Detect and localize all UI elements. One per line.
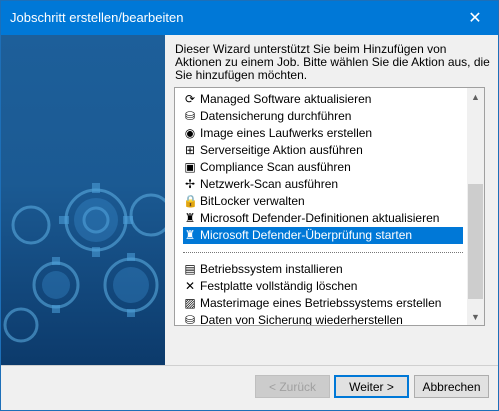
action-list-item-label: Datensicherung durchführen: [200, 109, 352, 123]
action-list-item-label: Netzwerk-Scan ausführen: [200, 177, 339, 191]
os-install-icon: ▤: [184, 262, 196, 276]
title-bar: Jobschritt erstellen/bearbeiten ✕: [1, 1, 498, 35]
scrollbar-thumb[interactable]: [468, 184, 483, 299]
server-tree-icon: ⊞: [184, 143, 196, 157]
action-list-item[interactable]: ⊞ Serverseitige Aktion ausführen: [183, 142, 463, 159]
network-icon: ✢: [184, 177, 196, 191]
action-list-item[interactable]: ♜ Microsoft Defender-Definitionen aktuali…: [183, 210, 463, 227]
gears-illustration: [3, 183, 165, 343]
scroll-down-arrow-icon[interactable]: ▼: [467, 308, 484, 325]
backup-icon: ⛁: [184, 109, 196, 123]
scroll-up-arrow-icon[interactable]: ▲: [467, 88, 484, 105]
restore-icon: ⛁: [184, 313, 196, 326]
wizard-content: Dieser Wizard unterstützt Sie beim Hinzu…: [166, 35, 498, 365]
master-image-icon: ▨: [184, 296, 196, 310]
wizard-window: Jobschritt erstellen/bearbeiten ✕ Dieser…: [0, 0, 499, 411]
window-title: Jobschritt erstellen/bearbeiten: [10, 10, 184, 25]
action-list-item-label: Image eines Laufwerks erstellen: [200, 126, 373, 140]
action-list-item[interactable]: ◉ Image eines Laufwerks erstellen: [183, 125, 463, 142]
list-separator: [183, 252, 463, 253]
button-divider: [1, 365, 498, 366]
action-list-item[interactable]: ▣ Compliance Scan ausführen: [183, 159, 463, 176]
back-button[interactable]: < Zurück: [255, 375, 330, 398]
close-button[interactable]: ✕: [452, 1, 498, 35]
action-list-item[interactable]: 🔒 BitLocker verwalten: [183, 193, 463, 210]
action-list-item-label: Compliance Scan ausführen: [200, 160, 351, 174]
action-list-item-label: BitLocker verwalten: [200, 194, 305, 208]
action-list-item-label: Microsoft Defender-Definitionen aktualis…: [200, 211, 440, 225]
action-list-item-label: Managed Software aktualisieren: [200, 92, 372, 106]
compliance-icon: ▣: [184, 160, 196, 174]
action-list-item-label: Daten von Sicherung wiederherstellen: [200, 313, 403, 326]
cancel-button[interactable]: Abbrechen: [414, 375, 489, 398]
action-list-item-label: Festplatte vollständig löschen: [200, 279, 358, 293]
action-listbox[interactable]: ⟳ Managed Software aktualisieren ⛁ Datensic…: [174, 87, 485, 326]
action-list-item[interactable]: ⛁ Daten von Sicherung wiederherstellen: [183, 312, 463, 326]
disk-image-icon: ◉: [184, 126, 196, 140]
action-list-item-label: Serverseitige Aktion ausführen: [200, 143, 363, 157]
lock-icon: 🔒: [183, 194, 198, 208]
defender-tower-icon: ♜: [184, 228, 196, 242]
action-list-item[interactable]: ✢ Netzwerk-Scan ausführen: [183, 176, 463, 193]
action-list-item-label: Microsoft Defender-Überprüfung starten: [200, 228, 413, 242]
next-button[interactable]: Weiter >: [334, 375, 409, 398]
action-list-item-label: Betriebssystem installieren: [200, 262, 343, 276]
action-list-item[interactable]: ▨ Masterimage eines Betriebssystems erste…: [183, 295, 463, 312]
action-list-item-label: Masterimage eines Betriebssystems erstel…: [200, 296, 442, 310]
action-list-item[interactable]: ♜ Microsoft Defender-Überprüfung starten: [183, 227, 463, 244]
action-list-item[interactable]: ✕ Festplatte vollständig löschen: [183, 278, 463, 295]
defender-tower-icon: ♜: [184, 211, 196, 225]
refresh-icon: ⟳: [184, 92, 196, 106]
vertical-scrollbar[interactable]: ▲ ▼: [467, 88, 484, 325]
erase-icon: ✕: [184, 279, 196, 293]
wizard-banner-image: [1, 35, 165, 365]
action-list-item[interactable]: ⟳ Managed Software aktualisieren: [183, 91, 463, 108]
action-list-item[interactable]: ⛁ Datensicherung durchführen: [183, 108, 463, 125]
intro-text: Dieser Wizard unterstützt Sie beim Hinzu…: [175, 42, 490, 82]
action-list-item[interactable]: ▤ Betriebssystem installieren: [183, 261, 463, 278]
